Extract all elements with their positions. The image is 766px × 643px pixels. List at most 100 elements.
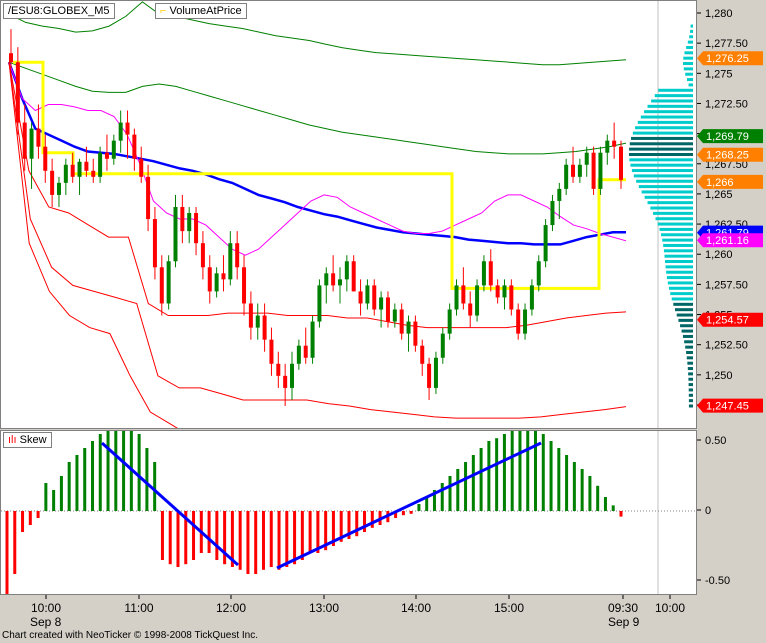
value-area-line (13, 60, 626, 290)
candle (255, 303, 260, 340)
candle-body (310, 321, 315, 358)
candle-body (598, 152, 603, 189)
candle-body (269, 339, 274, 364)
volume-profile-bar (688, 383, 693, 387)
candle-body (221, 273, 226, 280)
skew-bar (207, 511, 211, 553)
volume-profile-bar (688, 393, 693, 397)
price-tick-label: 1,280 (705, 8, 733, 20)
candle-body (63, 164, 68, 183)
price-marker: 1,276.25 (697, 51, 763, 65)
candle (372, 279, 377, 316)
skew-axis[interactable]: 0.50 0 -0.50 (697, 430, 766, 595)
candle (468, 291, 473, 328)
skew-chart-canvas[interactable] (1, 420, 696, 612)
volume-profile-bar (667, 281, 693, 285)
candle (132, 128, 137, 171)
candle-body (591, 152, 596, 189)
candle-body (91, 170, 96, 177)
candle (77, 158, 82, 195)
volume-profile-bar (629, 147, 693, 151)
date-label: Sep 8 (30, 615, 62, 629)
price-marker: 1,266 (697, 174, 763, 189)
price-marker: 1,261.16 (697, 233, 763, 248)
candle-body (502, 285, 507, 298)
price-tick-label: 1,257.50 (705, 279, 748, 291)
candle-body (351, 261, 356, 292)
candle (605, 134, 610, 165)
price-marker-label: 1,247.45 (706, 401, 749, 413)
skew-bar (502, 434, 506, 511)
skew-bar (572, 462, 576, 511)
volume-profile-bar (636, 179, 693, 183)
volume-profile-bar (681, 329, 693, 333)
candle (392, 303, 397, 328)
skew-bar (510, 429, 514, 511)
skew-bar (5, 511, 9, 612)
candle (427, 357, 432, 400)
price-marker-label: 1,268.25 (706, 150, 749, 162)
volume-profile-bar (631, 136, 693, 140)
price-chart-canvas[interactable] (1, 1, 696, 455)
candle-body (118, 122, 123, 141)
candle (461, 267, 466, 310)
volume-profile-bar (690, 29, 693, 33)
volume-at-price-legend[interactable]: ⌐ VolumeAtPrice (155, 3, 247, 19)
skew-tick-label: 0 (705, 505, 711, 517)
volume-profile-bar (647, 201, 693, 205)
candle-body (406, 321, 411, 334)
volume-profile-bar (686, 78, 693, 82)
candle (63, 158, 68, 195)
price-chart-pane[interactable]: /ESU8:GLOBEX_M5 ⌐ VolumeAtPrice (0, 0, 697, 455)
skew-bar (114, 420, 118, 511)
skew-bar (409, 511, 413, 514)
time-axis[interactable]: 10:00 11:00 12:00 13:00 14:00 15:00 09:30 10:00… (0, 595, 766, 631)
candle-body (22, 122, 27, 159)
skew-chart-pane[interactable]: ılı Skew (0, 420, 697, 612)
volume-profile-bar (684, 51, 693, 55)
time-axis-canvas: 10:00 11:00 12:00 13:00 14:00 15:00 09:30 10:00… (30, 595, 685, 629)
volume-profile-bar (671, 297, 693, 301)
volume-profile-bar (670, 292, 693, 296)
candle (91, 158, 96, 183)
volume-profile-bar (686, 45, 693, 49)
candle (276, 351, 281, 388)
volume-profile-bar (650, 206, 693, 210)
skew-bar (21, 511, 25, 532)
candle (495, 279, 500, 304)
volume-profile-bar (665, 265, 693, 269)
volume-profile-bar (686, 356, 693, 360)
skew-bar (487, 441, 491, 511)
candle (536, 255, 541, 292)
skew-bar (277, 511, 281, 570)
price-tick-label: 1,277.50 (705, 38, 748, 50)
volume-profile-bar (688, 372, 693, 376)
skew-bar (308, 511, 312, 553)
skew-bar (238, 511, 242, 570)
skew-bar (596, 485, 600, 511)
candle (591, 146, 596, 195)
price-marker: 1,247.45 (697, 398, 763, 413)
candle (221, 255, 226, 292)
candle (173, 194, 178, 268)
candle-body (420, 345, 425, 364)
price-marker-label: 1,266 (706, 177, 734, 189)
skew-bar (565, 455, 569, 511)
skew-bar (557, 448, 561, 511)
volume-profile-bar (655, 217, 693, 221)
price-axis[interactable]: 1,2801,277.501,2751,272.501,2701,267.501… (697, 0, 766, 429)
volume-profile-bar (631, 169, 693, 173)
candle-body (488, 261, 493, 286)
candle (104, 134, 109, 171)
candle-body (296, 345, 301, 364)
candle (125, 110, 130, 159)
volume-profile-bar (688, 377, 693, 381)
skew-legend-label: Skew (19, 434, 47, 446)
candle (187, 206, 192, 244)
candle (152, 206, 157, 280)
skew-legend[interactable]: ılı Skew (3, 432, 52, 448)
symbol-legend[interactable]: /ESU8:GLOBEX_M5 (3, 3, 115, 19)
volume-profile-bar (688, 404, 693, 408)
candle (242, 255, 247, 316)
candle-body (84, 161, 89, 171)
